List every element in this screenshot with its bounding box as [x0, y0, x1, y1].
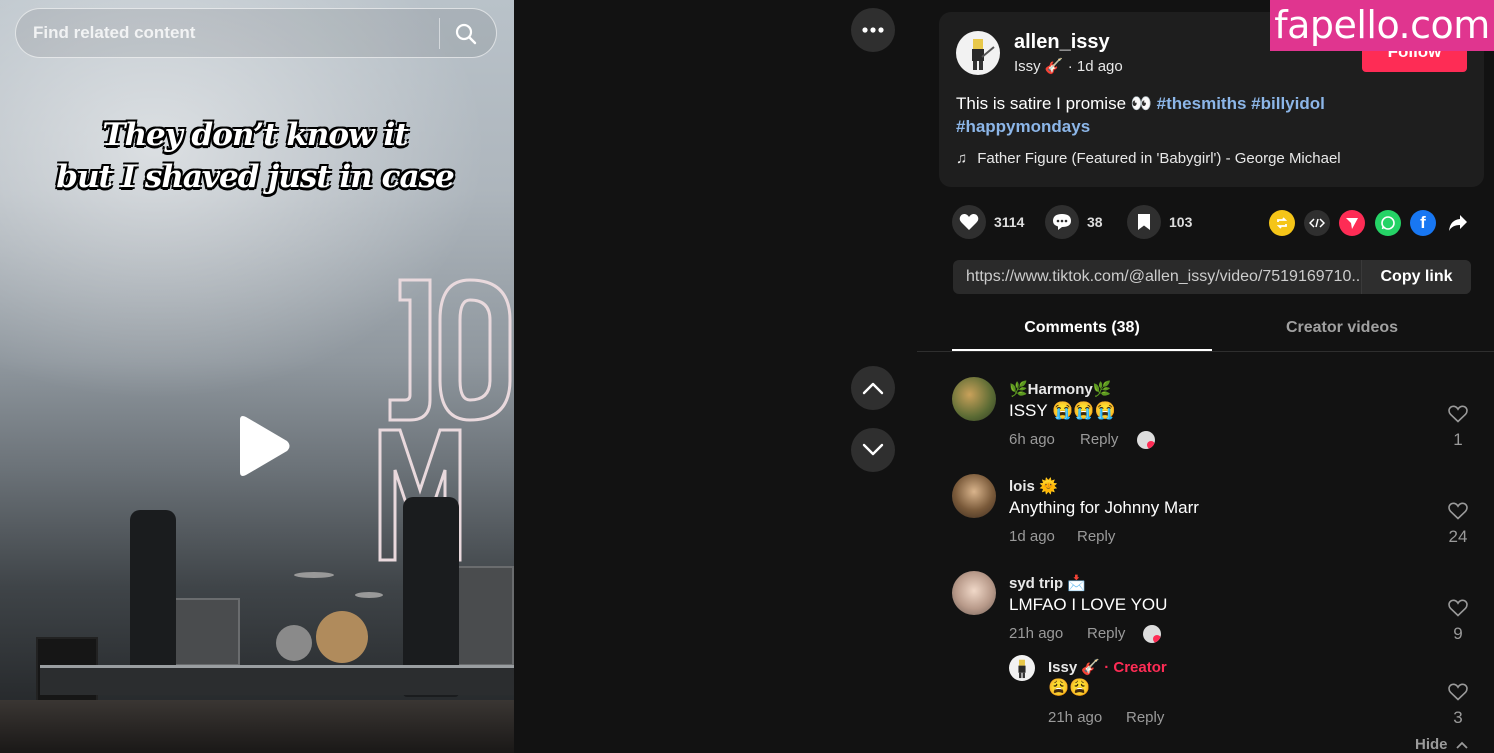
more-options-button[interactable] — [851, 8, 895, 52]
comment-like-count: 3 — [1453, 708, 1463, 727]
heart-icon[interactable] — [952, 205, 986, 239]
caption-line-2: but I shaved just in case — [56, 159, 454, 195]
next-video-button[interactable] — [851, 428, 895, 472]
tab-bar: Comments (38) Creator videos — [917, 310, 1494, 352]
embed-icon[interactable] — [1304, 210, 1330, 236]
hide-label: Hide — [1415, 736, 1448, 753]
comment-text: ISSY 😭😭😭 — [1009, 401, 1116, 420]
app-root: Find related content They don’t know it … — [0, 0, 1494, 753]
commenter-name[interactable]: syd trip 📩 — [1009, 574, 1086, 592]
music-link[interactable]: ♫ Father Figure (Featured in 'Babygirl') … — [956, 150, 1341, 167]
post-text: This is satire I promise 👀 — [956, 94, 1152, 113]
author-display-name: Issy 🎸 — [1014, 58, 1064, 75]
reply-text: 😩😩 — [1048, 678, 1091, 697]
more-dots-icon — [862, 27, 884, 33]
comment-icon[interactable] — [1045, 205, 1079, 239]
commenter-avatar[interactable] — [952, 571, 996, 615]
save-action[interactable]: 103 — [1127, 205, 1192, 239]
commenter-name[interactable]: 🌿Harmony🌿 — [1009, 380, 1111, 398]
hashtag-link[interactable]: #happymondays — [956, 117, 1090, 136]
replier-name-line: Issy 🎸 · Creator — [1048, 659, 1167, 676]
video-caption: They don’t know it but I shaved just in … — [20, 114, 490, 198]
author-avatar[interactable] — [956, 31, 1000, 75]
share-url[interactable]: https://www.tiktok.com/@allen_issy/video… — [966, 268, 1361, 286]
previous-video-button[interactable] — [851, 366, 895, 410]
comment-time: 6h ago — [1009, 431, 1055, 448]
send-icon[interactable] — [1339, 210, 1365, 236]
comment-like[interactable]: 3 — [1447, 683, 1469, 728]
creator-badge: Creator — [1113, 659, 1167, 676]
comment-like-count: 24 — [1448, 527, 1468, 546]
comment-text: Anything for Johnny Marr — [1009, 498, 1199, 517]
share-arrow-icon[interactable] — [1445, 210, 1471, 236]
crowd — [0, 700, 514, 753]
author-username[interactable]: allen_issy — [1014, 31, 1110, 54]
active-tab-indicator — [952, 349, 1212, 351]
music-note-icon: ♫ — [956, 150, 968, 167]
comment-text: LMFAO I LOVE YOU — [1009, 595, 1168, 614]
reply-button[interactable]: Reply — [1080, 431, 1118, 448]
copy-link-button[interactable]: Copy link — [1361, 260, 1471, 294]
save-count: 103 — [1169, 214, 1193, 230]
heart-outline-icon — [1448, 502, 1468, 520]
hashtag-link[interactable]: #thesmiths — [1157, 94, 1247, 113]
chevron-up-icon — [1456, 741, 1468, 749]
post-time: 1d ago — [1076, 58, 1123, 75]
like-action[interactable]: 3114 — [952, 205, 1024, 239]
share-link-box: https://www.tiktok.com/@allen_issy/video… — [953, 260, 1471, 294]
comment-action[interactable]: 38 — [1045, 205, 1103, 239]
search-bar[interactable]: Find related content — [15, 8, 497, 58]
reply-button[interactable]: Reply — [1126, 709, 1164, 726]
reply-button[interactable]: Reply — [1077, 528, 1115, 545]
commenter-avatar[interactable] — [952, 474, 996, 518]
comment-like-count: 1 — [1453, 430, 1463, 449]
facebook-icon[interactable]: f — [1410, 210, 1436, 236]
guitarist-figure — [130, 510, 176, 690]
author-subline: Issy 🎸 · 1d ago — [1014, 58, 1123, 75]
comment-time: 1d ago — [1009, 528, 1055, 545]
commenter-name[interactable]: lois 🌞 — [1009, 477, 1058, 495]
comment-like[interactable]: 9 — [1447, 599, 1469, 644]
heart-outline-icon — [1448, 599, 1468, 617]
caption-line-1: They don’t know it — [102, 117, 408, 153]
watermark-logo: fapello.com — [1270, 0, 1494, 51]
heart-outline-icon — [1448, 683, 1468, 701]
drum-kit — [276, 572, 383, 663]
creator-liked-icon — [1137, 431, 1155, 449]
search-placeholder: Find related content — [33, 23, 196, 42]
comment-like[interactable]: 24 — [1447, 502, 1469, 547]
video-player[interactable]: Find related content They don’t know it … — [0, 0, 514, 753]
comment-like-count: 9 — [1453, 624, 1463, 643]
comment-like[interactable]: 1 — [1447, 405, 1469, 450]
whatsapp-icon[interactable] — [1375, 210, 1401, 236]
search-icon[interactable] — [454, 22, 478, 46]
replier-avatar[interactable] — [1009, 655, 1035, 681]
commenter-avatar[interactable] — [952, 377, 996, 421]
tab-comments[interactable]: Comments (38) — [952, 319, 1212, 337]
post-description: This is satire I promise 👀 #thesmiths #b… — [956, 92, 1456, 138]
repost-icon[interactable] — [1269, 210, 1295, 236]
creator-liked-icon — [1143, 625, 1161, 643]
comment-time: 21h ago — [1009, 625, 1064, 642]
heart-outline-icon — [1448, 405, 1468, 423]
hashtag-link[interactable]: #billyidol — [1251, 94, 1325, 113]
details-panel: allen_issy Issy 🎸 · 1d ago Follow This i… — [917, 0, 1494, 753]
chevron-up-icon — [862, 382, 884, 395]
bookmark-icon[interactable] — [1127, 205, 1161, 239]
reply-button[interactable]: Reply — [1087, 625, 1125, 642]
tab-creator-videos[interactable]: Creator videos — [1212, 319, 1472, 337]
hide-replies-button[interactable]: Hide — [1415, 736, 1468, 753]
comment-count: 38 — [1087, 214, 1103, 230]
like-count: 3114 — [994, 214, 1025, 230]
chevron-down-icon — [862, 443, 884, 456]
replier-name[interactable]: Issy 🎸 — [1048, 659, 1100, 676]
play-icon[interactable] — [232, 414, 292, 478]
music-title: Father Figure (Featured in 'Babygirl') -… — [977, 150, 1341, 167]
reply-time: 21h ago — [1048, 709, 1103, 726]
